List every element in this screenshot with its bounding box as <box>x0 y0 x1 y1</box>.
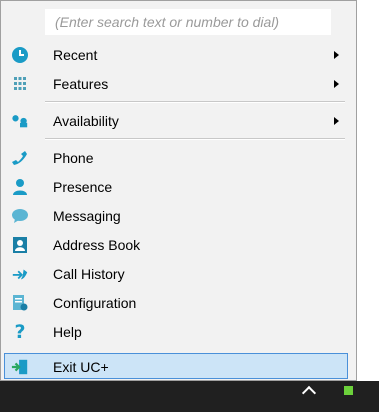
menu-item-label: Help <box>53 324 82 340</box>
menu-item-label: Availability <box>53 113 119 129</box>
menu-item-label: Call History <box>53 266 125 282</box>
chat-bubble-icon <box>11 207 29 225</box>
menu-item-features[interactable]: Features <box>5 70 349 98</box>
menu-item-label: Phone <box>53 150 94 166</box>
menu-item-address-book[interactable]: Address Book <box>5 231 349 259</box>
menu-item-label: Messaging <box>53 208 121 224</box>
context-menu: Recent Features Availability Phone <box>0 0 357 381</box>
clock-icon <box>11 46 29 64</box>
address-book-icon <box>11 236 29 254</box>
menu-separator <box>45 101 345 103</box>
menu-item-label: Configuration <box>53 295 137 311</box>
menu-item-messaging[interactable]: Messaging <box>5 202 349 230</box>
menu-item-availability[interactable]: Availability <box>5 107 349 135</box>
menu-item-recent[interactable]: Recent <box>5 41 349 69</box>
exit-door-icon <box>11 358 29 376</box>
people-icon <box>11 112 29 130</box>
menu-separator <box>45 138 345 140</box>
menu-item-label: Address Book <box>53 237 141 253</box>
menu-item-presence[interactable]: Presence <box>5 173 349 201</box>
search-input[interactable] <box>45 9 331 35</box>
person-icon <box>11 178 29 196</box>
menu-item-help[interactable]: ? Help <box>5 318 349 346</box>
tray-status-icon[interactable] <box>344 386 353 395</box>
menu-item-phone[interactable]: Phone <box>5 144 349 172</box>
taskbar <box>0 381 379 412</box>
menu-item-label: Recent <box>53 47 98 63</box>
menu-item-label: Features <box>53 76 109 92</box>
menu-item-label: Exit UC+ <box>53 359 109 375</box>
submenu-arrow-icon <box>334 51 339 59</box>
phone-icon <box>11 149 29 167</box>
grid-icon <box>11 75 29 93</box>
configuration-icon <box>11 294 29 312</box>
menu-item-label: Presence <box>53 179 113 195</box>
submenu-arrow-icon <box>334 117 339 125</box>
menu-item-call-history[interactable]: Call History <box>5 260 349 288</box>
question-mark-icon: ? <box>14 321 26 343</box>
submenu-arrow-icon <box>334 80 339 88</box>
desktop-background <box>357 0 379 381</box>
menu-item-configuration[interactable]: Configuration <box>5 289 349 317</box>
call-history-icon <box>11 265 29 283</box>
menu-item-exit[interactable]: Exit UC+ <box>4 353 348 379</box>
